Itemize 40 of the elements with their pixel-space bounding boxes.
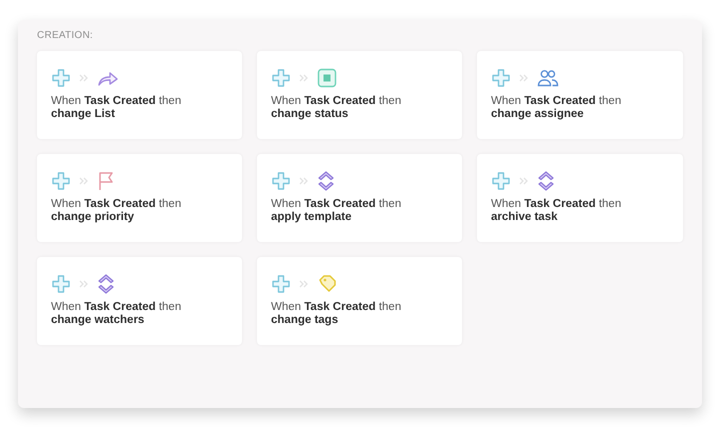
recipe-text: When Task Created then archive task [491,198,622,224]
status-icon [317,68,337,88]
recipe-text: When Task Created then change watchers [51,301,182,327]
plus-icon [271,171,291,191]
recipe-card[interactable]: When Task Created then archive task [477,154,683,242]
plus-icon [51,68,71,88]
double-chevron-icon [79,280,89,288]
flag-icon [97,171,115,191]
double-chevron-icon [79,177,89,185]
plus-icon [271,68,291,88]
people-icon [537,69,559,87]
section-title: CREATION: [37,30,93,42]
double-chevron-icon [299,177,309,185]
double-chevron-icon [299,74,309,82]
chevron-up-down-icon [317,170,335,192]
double-chevron-icon [519,177,529,185]
recipe-text: When Task Created then change assignee [491,95,622,121]
recipe-card[interactable]: When Task Created then change watchers [37,257,242,345]
recipe-text: When Task Created then apply template [271,198,402,224]
plus-icon [51,171,71,191]
recipe-text: When Task Created then change tags [271,301,402,327]
chevron-up-down-icon [97,273,115,295]
recipe-card[interactable]: When Task Created then change List [37,51,242,139]
tag-icon [317,274,337,294]
recipe-card[interactable]: When Task Created then change status [257,51,462,139]
recipe-card[interactable]: When Task Created then change tags [257,257,462,345]
recipe-card[interactable]: When Task Created then apply template [257,154,462,242]
recipe-text: When Task Created then change List [51,95,182,121]
recipe-text: When Task Created then change status [271,95,402,121]
chevron-up-down-icon [537,170,555,192]
plus-icon [51,274,71,294]
double-chevron-icon [79,74,89,82]
recipe-text: When Task Created then change priority [51,198,182,224]
plus-icon [491,171,511,191]
plus-icon [491,68,511,88]
plus-icon [271,274,291,294]
recipe-card[interactable]: When Task Created then change priority [37,154,242,242]
double-chevron-icon [299,280,309,288]
recipe-card[interactable]: When Task Created then change assignee [477,51,683,139]
double-chevron-icon [519,74,529,82]
